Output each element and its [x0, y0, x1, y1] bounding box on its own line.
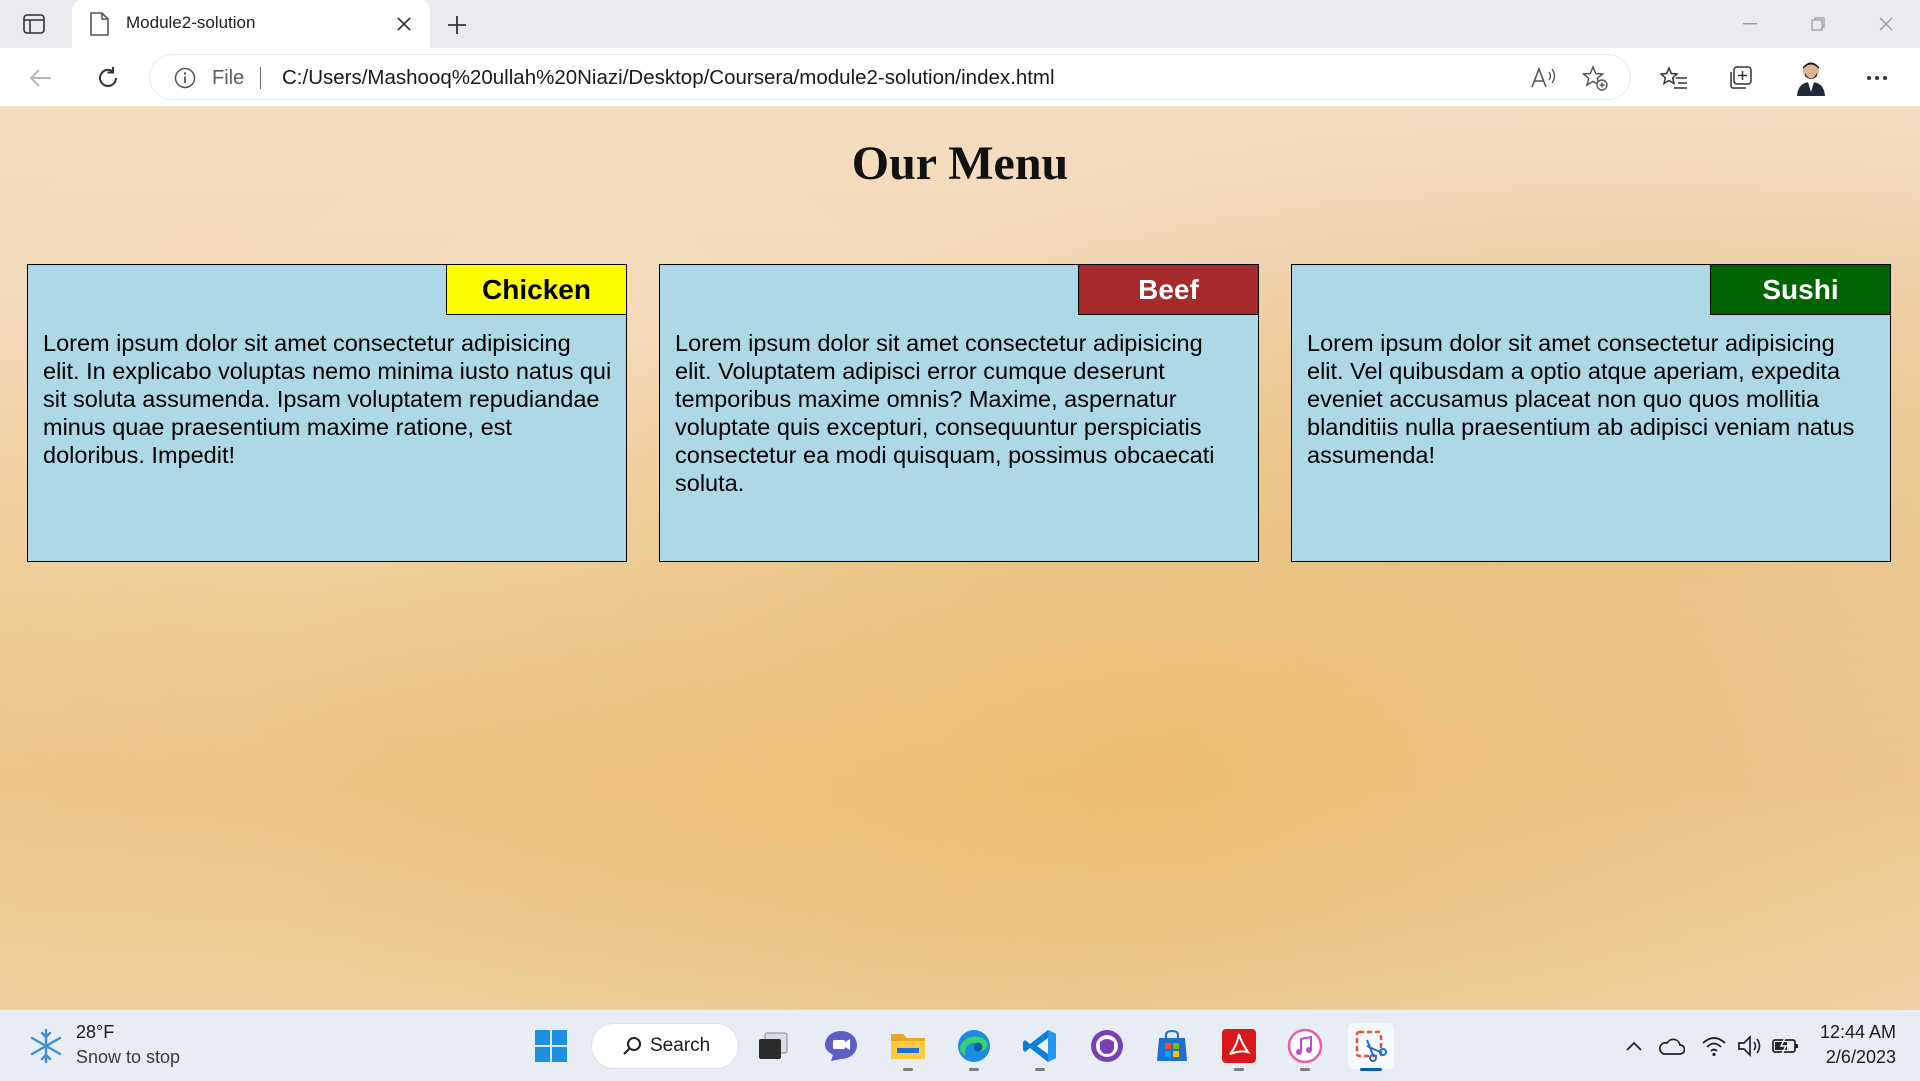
battery-charging-icon[interactable] [1772, 1032, 1800, 1060]
address-scheme-label: File [212, 67, 245, 89]
back-arrow-icon[interactable] [24, 61, 58, 95]
search-icon [623, 1037, 641, 1055]
restore-icon[interactable] [1784, 0, 1852, 48]
windows-start-icon[interactable] [528, 1023, 574, 1069]
page-icon [90, 12, 109, 36]
refresh-icon[interactable] [91, 61, 125, 95]
search-label: Search [650, 1035, 711, 1056]
vs-code-icon[interactable] [1017, 1023, 1063, 1071]
card-text-sushi: Lorem ipsum dolor sit amet consectetur a… [1307, 330, 1855, 468]
running-indicator [969, 1068, 979, 1071]
menu-card-sushi: Sushi Lorem ipsum dolor sit amet consect… [1291, 264, 1891, 562]
add-favorite-icon[interactable] [1582, 65, 1608, 91]
site-info-icon[interactable] [174, 67, 196, 89]
taskbar: 28°F Snow to stop Search 12:44 AM 2/6/20… [0, 1009, 1920, 1081]
running-indicator [1360, 1068, 1382, 1071]
running-indicator [1035, 1068, 1045, 1071]
card-label-chicken: Chicken [446, 265, 626, 315]
tab-close-icon[interactable] [392, 12, 416, 36]
tab-actions-menu-icon[interactable] [18, 10, 50, 38]
browser-tab-bar: Module2-solution [0, 0, 1920, 48]
new-tab-plus-icon[interactable] [442, 10, 472, 40]
minimize-icon[interactable] [1716, 0, 1784, 48]
clock-time[interactable]: 12:44 AM [1820, 1022, 1896, 1043]
microsoft-store-icon[interactable] [1149, 1023, 1195, 1069]
teams-chat-icon[interactable] [818, 1023, 864, 1069]
address-bar[interactable]: File C:/Users/Mashooq%20ullah%20Niazi/De… [150, 55, 1630, 99]
tab-title: Module2-solution [126, 13, 256, 32]
running-indicator [1300, 1068, 1310, 1071]
browser-tab-active[interactable]: Module2-solution [72, 0, 430, 48]
card-label-sushi: Sushi [1710, 265, 1890, 315]
clock-date[interactable]: 2/6/2023 [1826, 1047, 1896, 1068]
menu-card-beef: Beef Lorem ipsum dolor sit amet consecte… [659, 264, 1259, 562]
file-explorer-icon[interactable] [885, 1023, 931, 1071]
url-text[interactable]: C:/Users/Mashooq%20ullah%20Niazi/Desktop… [282, 66, 1055, 90]
running-indicator [903, 1068, 913, 1071]
menu-card-chicken: Chicken Lorem ipsum dolor sit amet conse… [27, 264, 627, 562]
volume-icon[interactable] [1736, 1032, 1764, 1060]
card-label-beef: Beef [1078, 265, 1258, 315]
running-indicator [1234, 1068, 1244, 1071]
page-title: Our Menu [851, 137, 1069, 190]
weather-temperature[interactable]: 28°F [76, 1022, 114, 1043]
acrobat-reader-icon[interactable] [1216, 1023, 1262, 1071]
card-text-chicken: Lorem ipsum dolor sit amet consectetur a… [43, 330, 612, 468]
github-desktop-icon[interactable] [1084, 1023, 1130, 1069]
snowflake-icon[interactable] [28, 1028, 64, 1064]
favorites-icon[interactable] [1657, 61, 1691, 95]
onedrive-cloud-icon[interactable] [1657, 1032, 1685, 1060]
weather-description[interactable]: Snow to stop [76, 1047, 180, 1068]
page-viewport: Our Menu Chicken Lorem ipsum dolor sit a… [0, 106, 1920, 1009]
browser-toolbar: File C:/Users/Mashooq%20ullah%20Niazi/De… [0, 48, 1920, 107]
chevron-up-icon[interactable] [1620, 1032, 1648, 1060]
taskbar-search-button[interactable]: Search [592, 1024, 738, 1068]
wifi-icon[interactable] [1700, 1032, 1728, 1060]
more-options-icon[interactable] [1860, 61, 1894, 95]
itunes-icon[interactable] [1282, 1023, 1328, 1071]
edge-browser-icon[interactable] [951, 1023, 997, 1071]
card-text-beef: Lorem ipsum dolor sit amet consectetur a… [675, 330, 1215, 496]
profile-avatar[interactable] [1792, 59, 1830, 97]
snipping-tool-icon[interactable] [1348, 1023, 1394, 1071]
close-window-icon[interactable] [1852, 0, 1920, 48]
task-view-icon[interactable] [750, 1023, 796, 1069]
read-aloud-icon[interactable] [1530, 65, 1556, 91]
address-separator [260, 67, 261, 89]
collections-icon[interactable] [1723, 61, 1757, 95]
